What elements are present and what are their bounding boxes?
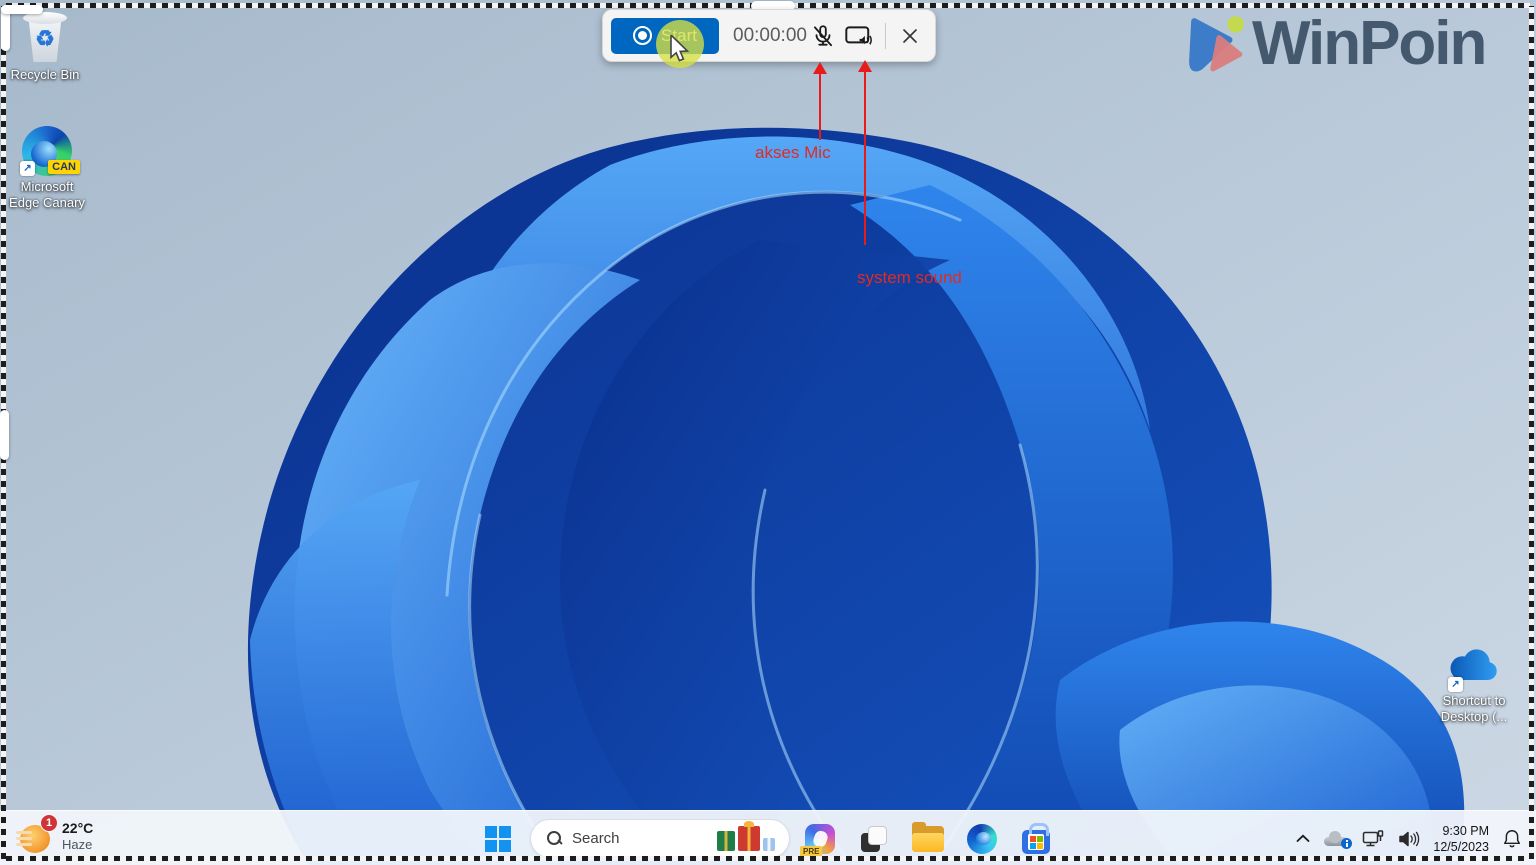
shortcut-arrow-icon: ↗ <box>20 161 35 176</box>
onedrive-status-icon <box>1324 831 1353 849</box>
taskbar-item-copilot[interactable]: PRE <box>800 819 840 859</box>
tray-network[interactable] <box>1355 819 1391 859</box>
search-box[interactable]: Search <box>530 819 790 858</box>
desktop-icon-label: Microsoft Edge Canary <box>9 179 85 211</box>
system-sound-icon <box>845 25 872 45</box>
region-left-handle[interactable] <box>0 410 9 460</box>
edge-icon <box>967 824 997 854</box>
winpoin-logo-icon <box>1189 16 1244 72</box>
file-explorer-icon <box>912 822 944 852</box>
microphone-muted-icon <box>813 24 833 46</box>
canary-badge: CAN <box>48 160 80 174</box>
recording-timer: 00:00:00 <box>733 24 807 46</box>
taskbar-item-microsoft-store[interactable] <box>1016 819 1056 859</box>
annotation-label-mic: akses Mic <box>755 143 831 162</box>
wallpaper-bloom <box>0 0 1536 865</box>
record-icon <box>633 26 653 45</box>
desktop-icon-label: Recycle Bin <box>10 67 80 82</box>
start-menu-button[interactable] <box>482 823 514 855</box>
tray-hidden-icons-chevron[interactable] <box>1289 819 1317 859</box>
region-corner-handle[interactable] <box>1 5 43 14</box>
annotation-label-sound: system sound <box>857 268 962 287</box>
desktop-icon-onedrive-shortcut[interactable]: ↗ Shortcut to Desktop (... <box>1430 646 1518 726</box>
weather-condition: Haze <box>62 836 93 852</box>
search-highlight-gifts-icon <box>717 823 775 851</box>
notification-count-badge: 1 <box>40 814 58 832</box>
desktop: WinPoin ♻ Recycle Bin ↗ CAN Microsoft Ed… <box>0 0 1536 865</box>
desktop-icon-label: Shortcut to Desktop (... <box>1440 693 1508 725</box>
recycle-bin-icon: ♻ <box>23 8 67 64</box>
recycle-symbol-icon: ♻ <box>35 26 55 51</box>
taskbar-item-task-view[interactable] <box>854 819 894 859</box>
taskbar-item-edge[interactable] <box>962 819 1002 859</box>
clock-date: 12/5/2023 <box>1433 839 1489 854</box>
speaker-icon <box>1399 831 1420 846</box>
search-icon <box>547 831 562 846</box>
mouse-cursor-icon <box>670 35 690 62</box>
recorder-toolbar: Start 00:00:00 <box>602 9 936 62</box>
shortcut-arrow-icon: ↗ <box>1448 677 1463 692</box>
bell-icon <box>1504 830 1520 848</box>
windows-logo-icon <box>485 826 511 852</box>
winpoin-logo: WinPoin <box>1186 4 1536 84</box>
annotation-arrowhead-mic <box>813 62 827 74</box>
system-sound-button[interactable] <box>843 19 875 53</box>
weather-widget[interactable]: 1 22°C Haze <box>10 814 101 855</box>
clock-time: 9:30 PM <box>1442 823 1489 838</box>
close-icon <box>903 28 917 43</box>
annotation-arrow-mic <box>819 73 821 140</box>
tray-volume[interactable] <box>1391 819 1427 859</box>
chevron-up-icon <box>1296 834 1310 842</box>
microphone-muted-button[interactable] <box>809 19 837 53</box>
onedrive-cloud-icon: ↗ <box>1446 646 1502 692</box>
toolbar-divider <box>885 22 886 49</box>
recording-region-border-bottom <box>6 856 1530 861</box>
recording-region-border-right <box>1529 6 1534 859</box>
edge-canary-icon: ↗ CAN <box>20 126 80 176</box>
annotation-arrow-sound <box>864 71 866 245</box>
winpoin-logo-text: WinPoin <box>1252 9 1487 78</box>
taskbar-item-file-explorer[interactable] <box>908 819 948 859</box>
tray-onedrive[interactable] <box>1317 819 1355 859</box>
weather-temperature: 22°C <box>62 819 94 836</box>
taskbar-app-icons: PRE <box>800 819 1056 859</box>
annotation-arrowhead-sound <box>858 60 872 72</box>
desktop-icon-recycle-bin[interactable]: ♻ Recycle Bin <box>6 8 84 83</box>
network-display-icon <box>1363 829 1384 846</box>
search-placeholder: Search <box>572 830 620 847</box>
desktop-icon-edge-canary[interactable]: ↗ CAN Microsoft Edge Canary <box>4 126 90 212</box>
tray-clock[interactable]: 9:30 PM 12/5/2023 <box>1427 823 1495 855</box>
weather-haze-icon: 1 <box>16 814 58 853</box>
close-button[interactable] <box>896 19 924 53</box>
microsoft-store-icon <box>1022 823 1050 854</box>
info-badge-icon <box>1341 838 1353 849</box>
